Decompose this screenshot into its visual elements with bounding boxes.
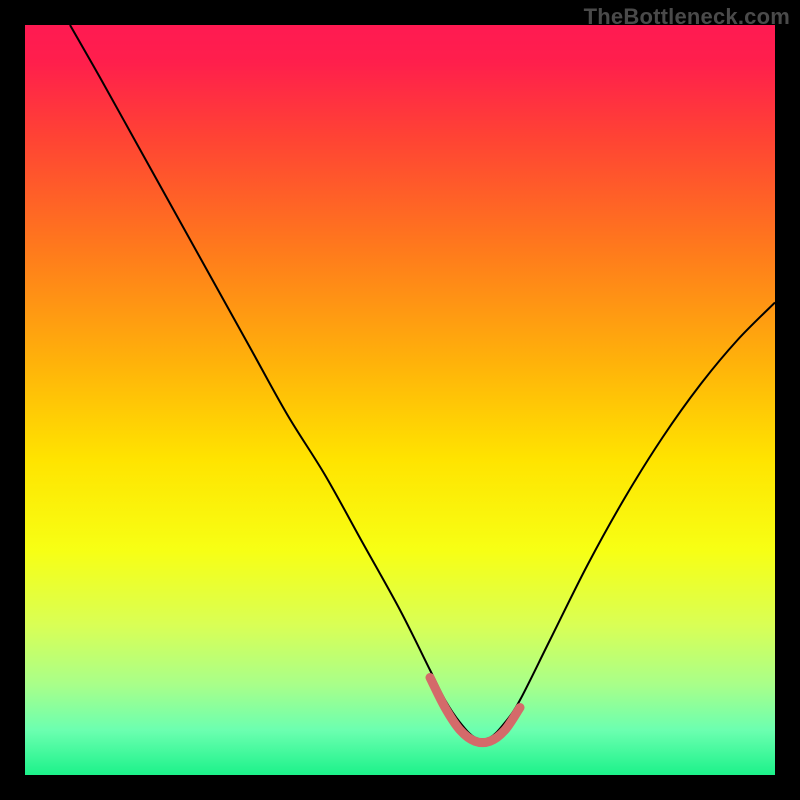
chart-frame: TheBottleneck.com (0, 0, 800, 800)
bottleneck-chart (25, 25, 775, 775)
plot-area (25, 25, 775, 775)
watermark-text: TheBottleneck.com (584, 4, 790, 30)
gradient-background (25, 25, 775, 775)
